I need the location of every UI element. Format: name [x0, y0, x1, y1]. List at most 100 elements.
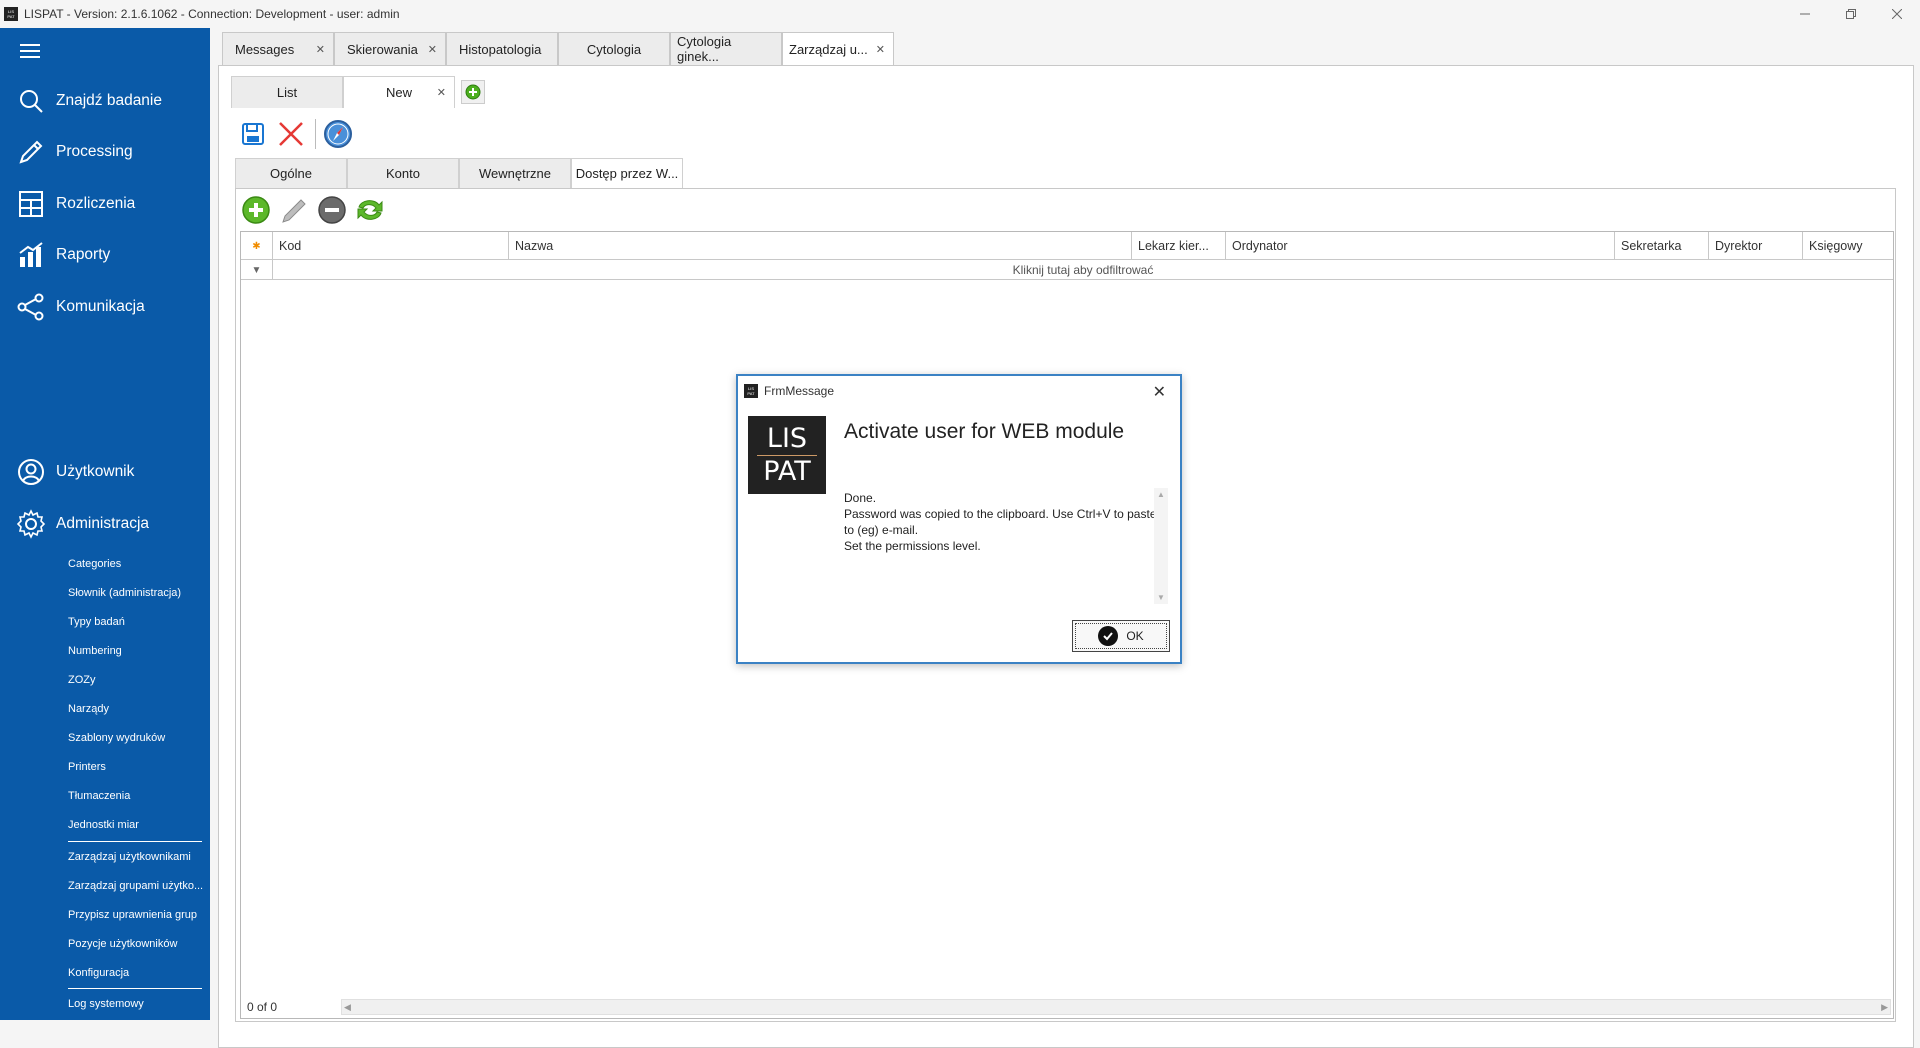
- nav-label: Znajdź badanie: [56, 92, 162, 109]
- column-header-accountant[interactable]: Księgowy: [1803, 232, 1893, 260]
- plus-icon: [465, 84, 481, 100]
- filter-icon: ▼: [241, 260, 273, 280]
- scroll-down-icon[interactable]: ▼: [1154, 593, 1168, 602]
- message-line: Set the permissions level.: [844, 539, 981, 553]
- subitem-numbering[interactable]: Numbering: [68, 645, 122, 657]
- nav-item-reports[interactable]: Raporty: [0, 235, 210, 275]
- lispat-logo: LIS PAT: [748, 416, 826, 494]
- subitem-system-log[interactable]: Log systemowy: [68, 998, 144, 1010]
- nav-label: Użytkownik: [56, 463, 135, 480]
- refresh-button[interactable]: [354, 194, 386, 226]
- close-tab-icon[interactable]: ✕: [876, 43, 885, 56]
- nav-item-administration[interactable]: Administracja: [0, 504, 210, 544]
- cancel-x-icon: [279, 122, 303, 146]
- subitem-manage-groups[interactable]: Zarządzaj grupami użytko...: [68, 880, 203, 892]
- tab-label: New: [385, 85, 412, 100]
- tab-referrals[interactable]: Skierowania ✕: [334, 32, 446, 65]
- nav-label: Komunikacja: [56, 298, 145, 315]
- nav-item-find-exam[interactable]: Znajdź badanie: [0, 81, 210, 121]
- message-scrollbar[interactable]: ▲ ▼: [1154, 488, 1168, 604]
- filter-row[interactable]: ▼ Kliknij tutaj aby odfiltrować: [241, 260, 1893, 280]
- tab-gyn-cytology[interactable]: Cytologia ginek...: [670, 32, 782, 65]
- dialog-close-button[interactable]: ✕: [1153, 382, 1166, 402]
- tab-label: Zarządzaj u...: [789, 41, 868, 57]
- dialog-heading: Activate user for WEB module: [844, 420, 1125, 443]
- subitem-print-templates[interactable]: Szablony wydruków: [68, 732, 165, 744]
- app-logo-icon: LIS PAT: [744, 384, 758, 398]
- logo-text-top: LIS: [766, 422, 808, 454]
- subitem-exam-types[interactable]: Typy badań: [68, 616, 125, 628]
- tab-account[interactable]: Konto: [347, 158, 459, 188]
- tab-web-access[interactable]: Dostęp przez W...: [571, 158, 683, 188]
- ok-button[interactable]: OK: [1072, 620, 1170, 652]
- nav-label: Raporty: [56, 246, 111, 263]
- horizontal-scrollbar[interactable]: ◀ ▶: [341, 999, 1891, 1015]
- nav-item-processing[interactable]: Processing: [0, 132, 210, 172]
- save-button[interactable]: [237, 118, 269, 150]
- filter-hint[interactable]: Kliknij tutaj aby odfiltrować: [273, 260, 1893, 279]
- close-tab-icon[interactable]: ✕: [316, 43, 325, 56]
- subitem-translations[interactable]: Tłumaczenia: [68, 790, 130, 802]
- tab-messages[interactable]: Messages ✕: [222, 32, 334, 65]
- tab-label: Dostęp przez W...: [575, 166, 679, 181]
- app-logo-text: LIS PAT: [747, 386, 755, 396]
- subitem-configuration[interactable]: Konfiguracja: [68, 967, 129, 979]
- tab-list[interactable]: List: [231, 76, 343, 108]
- tab-label: List: [276, 85, 298, 100]
- column-header-code[interactable]: Kod: [273, 232, 509, 260]
- tab-label: Cytologia: [586, 41, 642, 57]
- scroll-up-icon[interactable]: ▲: [1154, 490, 1168, 499]
- minimize-icon: [1800, 13, 1810, 15]
- tab-label: Messages: [235, 41, 295, 57]
- message-line: Password was copied to the clipboard. Us…: [844, 507, 1157, 537]
- close-tab-icon[interactable]: ✕: [428, 43, 437, 56]
- tab-general[interactable]: Ogólne: [235, 158, 347, 188]
- tab-cytology[interactable]: Cytologia: [558, 32, 670, 65]
- tab-new[interactable]: New ✕: [343, 76, 455, 108]
- column-header-secretary[interactable]: Sekretarka: [1615, 232, 1709, 260]
- cancel-button[interactable]: [275, 118, 307, 150]
- tab-internal[interactable]: Wewnętrzne: [459, 158, 571, 188]
- close-window-button[interactable]: [1874, 0, 1920, 28]
- navigate-button[interactable]: [322, 118, 354, 150]
- app-logo-text: LIS PAT: [7, 9, 15, 19]
- scroll-left-icon[interactable]: ◀: [344, 1000, 351, 1014]
- minimize-button[interactable]: [1782, 0, 1828, 28]
- column-header-ordinator[interactable]: Ordynator: [1226, 232, 1615, 260]
- message-dialog: LIS PAT FrmMessage ✕ LIS PAT Activate us…: [736, 374, 1182, 664]
- subitem-dictionary[interactable]: Słownik (administracja): [68, 587, 181, 599]
- subitem-manage-users[interactable]: Zarządzaj użytkownikami: [68, 851, 191, 863]
- subitem-units[interactable]: Jednostki miar: [68, 819, 139, 831]
- toolbar-separator: [315, 119, 316, 149]
- document-tabs: Messages ✕ Skierowania ✕ Histopatologia Cy…: [222, 32, 894, 65]
- column-header-head-doctor[interactable]: Lekarz kier...: [1132, 232, 1226, 260]
- subitem-organs[interactable]: Narządy: [68, 703, 109, 715]
- hamburger-menu-icon[interactable]: [20, 44, 40, 58]
- dialog-message: Done. Password was copied to the clipboa…: [844, 490, 1160, 598]
- record-toolbar: [237, 116, 360, 152]
- subitem-zozy[interactable]: ZOZy: [68, 674, 96, 686]
- add-button[interactable]: [240, 194, 272, 226]
- sidebar: Znajdź badanie Processing Rozliczenia Ra…: [0, 28, 210, 1020]
- column-header-director[interactable]: Dyrektor: [1709, 232, 1803, 260]
- pen-icon: [16, 137, 46, 167]
- add-tab-button[interactable]: [461, 80, 485, 104]
- subitem-printers[interactable]: Printers: [68, 761, 106, 773]
- scroll-right-icon[interactable]: ▶: [1881, 1000, 1888, 1014]
- nav-item-communication[interactable]: Komunikacja: [0, 287, 210, 327]
- nav-item-billing[interactable]: Rozliczenia: [0, 184, 210, 224]
- restore-button[interactable]: [1828, 0, 1874, 28]
- column-header-name[interactable]: Nazwa: [509, 232, 1132, 260]
- nav-label: Administracja: [56, 515, 150, 532]
- subitem-categories[interactable]: Categories: [68, 558, 121, 570]
- close-tab-icon[interactable]: ✕: [437, 86, 446, 99]
- restore-icon: [1846, 9, 1856, 19]
- nav-item-user[interactable]: Użytkownik: [0, 452, 210, 492]
- subitem-user-positions[interactable]: Pozycje użytkowników: [68, 938, 177, 950]
- remove-button[interactable]: [316, 194, 348, 226]
- tab-histopathology[interactable]: Histopatologia: [446, 32, 558, 65]
- subitem-group-permissions[interactable]: Przypisz uprawnienia grup: [68, 909, 197, 921]
- edit-button[interactable]: [278, 194, 310, 226]
- tab-manage-users[interactable]: Zarządzaj u... ✕: [782, 32, 894, 65]
- sidebar-divider: [68, 841, 202, 842]
